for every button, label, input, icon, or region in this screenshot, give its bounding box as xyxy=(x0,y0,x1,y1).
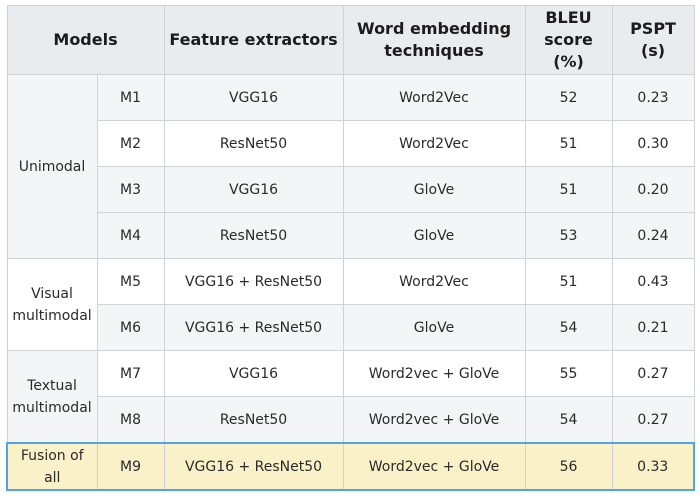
cell-word-embedding: Word2Vec xyxy=(342,120,526,167)
group-textual-line2: multimodal xyxy=(12,399,92,416)
cell-pspt: 0.23 xyxy=(611,74,695,121)
cell-feature-extractor: VGG16 xyxy=(163,74,344,121)
cell-bleu-score: 51 xyxy=(524,166,613,213)
header-word-embedding-line2: techniques xyxy=(384,41,484,60)
header-feature-extractors: Feature extractors xyxy=(163,5,344,75)
cell-word-embedding: GloVe xyxy=(342,212,526,259)
cell-bleu-score: 54 xyxy=(524,304,613,351)
cell-model: M4 xyxy=(96,212,165,259)
header-feature-extractors-text: Feature extractors xyxy=(169,30,338,49)
table-row: M3 VGG16 GloVe 51 0.20 xyxy=(7,166,695,213)
cell-model: M3 xyxy=(96,166,165,213)
cell-bleu-score: 54 xyxy=(524,396,613,444)
cell-word-embedding: Word2vec + GloVe xyxy=(342,442,526,491)
group-textual-line1: Textual xyxy=(27,377,77,394)
cell-word-embedding: Word2vec + GloVe xyxy=(342,350,526,397)
cell-bleu-score: 52 xyxy=(524,74,613,121)
group-textual-multimodal: Textual multimodal xyxy=(6,350,98,444)
header-pspt-text: PSPT (s) xyxy=(630,19,676,60)
cell-bleu-score: 53 xyxy=(524,212,613,259)
group-fusion-label: Fusion of all xyxy=(20,447,84,486)
cell-bleu-score: 56 xyxy=(524,442,613,491)
cell-pspt: 0.20 xyxy=(611,166,695,213)
cell-pspt: 0.21 xyxy=(611,304,695,351)
table-row: Textual multimodal M7 VGG16 Word2vec + Gl… xyxy=(6,350,695,444)
table-row: M2 ResNet50 Word2Vec 51 0.30 xyxy=(7,120,695,167)
group-visual-line1: Visual xyxy=(31,285,73,302)
group-unimodal: Unimodal xyxy=(6,74,98,259)
cell-model: M6 xyxy=(96,304,165,351)
header-bleu-line2: score (%) xyxy=(544,30,593,71)
header-bleu-score: BLEU score (%) xyxy=(524,5,613,75)
cell-feature-extractor: VGG16 xyxy=(163,350,344,397)
table-row: M8 ResNet50 Word2vec + GloVe 54 0.27 xyxy=(7,396,695,444)
cell-word-embedding: Word2Vec xyxy=(342,258,526,305)
cell-model: M5 xyxy=(96,258,165,305)
table-row-highlighted: Fusion of all M9 VGG16 + ResNet50 Word2v… xyxy=(6,442,696,491)
group-visual-line2: multimodal xyxy=(12,307,92,324)
cell-word-embedding: Word2Vec xyxy=(342,74,526,121)
cell-model: M1 xyxy=(96,74,165,121)
header-models-text: Models xyxy=(53,30,118,49)
cell-feature-extractor: VGG16 + ResNet50 xyxy=(163,442,344,491)
cell-bleu-score: 55 xyxy=(524,350,613,397)
table-row: Visual multimodal M5 VGG16 + ResNet50 Wor… xyxy=(6,258,695,351)
group-fusion-of-all: Fusion of all xyxy=(6,442,98,491)
header-bleu-line1: BLEU xyxy=(545,8,592,27)
cell-word-embedding: Word2vec + GloVe xyxy=(342,396,526,444)
table-figure: Models Feature extractors Word embedding… xyxy=(0,0,700,500)
cell-feature-extractor: ResNet50 xyxy=(163,212,344,259)
cell-bleu-score: 51 xyxy=(524,258,613,305)
header-row: Models Feature extractors Word embedding… xyxy=(6,5,695,75)
header-models: Models xyxy=(6,5,165,75)
header-word-embedding-line1: Word embedding xyxy=(356,19,512,38)
cell-feature-extractor: VGG16 + ResNet50 xyxy=(163,304,344,351)
cell-pspt: 0.27 xyxy=(611,350,695,397)
cell-feature-extractor: ResNet50 xyxy=(163,120,344,167)
cell-pspt: 0.27 xyxy=(611,396,695,444)
cell-pspt: 0.30 xyxy=(611,120,695,167)
header-word-embedding: Word embedding techniques xyxy=(342,5,526,75)
cell-feature-extractor: ResNet50 xyxy=(163,396,344,444)
cell-pspt: 0.33 xyxy=(611,442,696,491)
table-row: M4 ResNet50 GloVe 53 0.24 xyxy=(7,212,695,259)
cell-model: M2 xyxy=(96,120,165,167)
group-visual-multimodal: Visual multimodal xyxy=(6,258,98,351)
cell-feature-extractor: VGG16 xyxy=(163,166,344,213)
group-unimodal-label: Unimodal xyxy=(18,158,86,175)
cell-model: M7 xyxy=(96,350,165,397)
results-table: Models Feature extractors Word embedding… xyxy=(6,5,696,491)
cell-feature-extractor: VGG16 + ResNet50 xyxy=(163,258,344,305)
cell-bleu-score: 51 xyxy=(524,120,613,167)
cell-pspt: 0.24 xyxy=(611,212,695,259)
table-row: Unimodal M1 VGG16 Word2Vec 52 0.23 xyxy=(6,74,695,259)
table-row: M6 VGG16 + ResNet50 GloVe 54 0.21 xyxy=(7,304,695,351)
cell-model: M8 xyxy=(96,396,165,444)
cell-word-embedding: GloVe xyxy=(342,304,526,351)
header-pspt: PSPT (s) xyxy=(611,5,695,75)
cell-pspt: 0.43 xyxy=(611,258,695,305)
cell-word-embedding: GloVe xyxy=(342,166,526,213)
cell-model: M9 xyxy=(96,442,165,491)
